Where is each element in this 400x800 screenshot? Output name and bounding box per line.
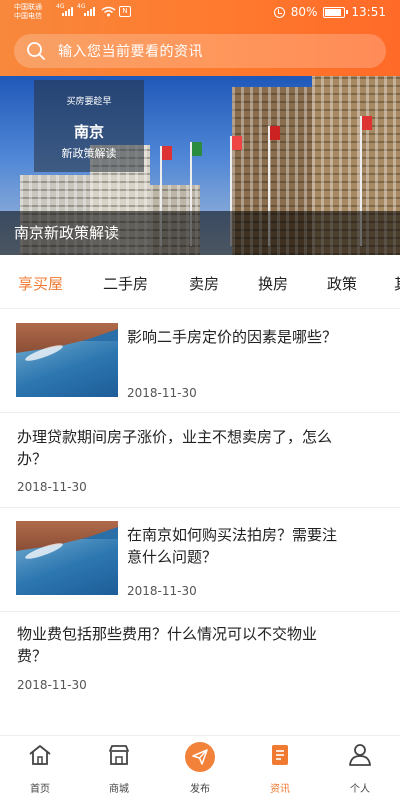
nav-publish-label: 发布 xyxy=(190,784,210,795)
article-title: 影响二手房定价的因素是哪些？ xyxy=(127,328,338,346)
send-icon xyxy=(185,742,215,772)
nav-home-label: 首页 xyxy=(30,784,50,795)
nav-news[interactable]: 资讯 xyxy=(250,742,310,795)
banner-kicker: 买房要趁早 xyxy=(66,97,112,107)
article-item[interactable]: 物业费包括那些费用？什么情况可以不交物业 费？ 2018-11-30 xyxy=(0,612,400,704)
article-date: 2018-11-30 xyxy=(127,584,197,598)
nav-store[interactable]: 商城 xyxy=(89,742,149,795)
battery-icon xyxy=(323,6,349,18)
signal-2-icon xyxy=(84,6,95,16)
banner-carousel[interactable]: 买房要趁早 南京 新政策解读 南京新政策解读 xyxy=(0,76,400,255)
carrier-1: 中国联通 xyxy=(14,3,42,11)
category-tabs: 享买屋 二手房 卖房 换房 政策 其 xyxy=(0,255,400,309)
search-placeholder: 输入您当前要看的资讯 xyxy=(58,44,203,60)
tab-huanfang[interactable]: 换房 xyxy=(258,273,288,294)
carrier-2: 中国电信 xyxy=(14,12,42,20)
article-title-line-2: 意什么问题？ xyxy=(127,548,218,566)
article-title-line-1: 在南京如何购买法拍房？需要注 xyxy=(127,526,338,544)
article-thumbnail xyxy=(16,521,118,595)
store-icon xyxy=(109,745,129,765)
article-title-line-1: 物业费包括那些费用？什么情况可以不交物业 xyxy=(17,625,318,643)
article-title-line-2: 办？ xyxy=(17,450,48,468)
search-icon xyxy=(27,42,45,60)
article-thumbnail xyxy=(16,323,118,397)
clock: 13:51 xyxy=(351,5,386,19)
article-date: 2018-11-30 xyxy=(17,480,87,494)
bottom-navigation: 首页 商城 发布 资讯 个人 xyxy=(0,735,400,800)
tab-more[interactable]: 其 xyxy=(394,273,400,294)
tab-ershoufang[interactable]: 二手房 xyxy=(103,273,148,294)
banner-policy: 新政策解读 xyxy=(61,147,117,160)
article-item[interactable]: 在南京如何购买法拍房？需要注 意什么问题？ 2018-11-30 xyxy=(0,508,400,612)
carrier-names: 中国联通 中国电信 xyxy=(14,3,42,21)
battery-percent: 80% xyxy=(290,5,318,19)
app-header: 中国联通 中国电信 4G 4G N 80% 13:51 输入您当前要看的资讯 xyxy=(0,0,400,76)
alarm-icon xyxy=(273,6,285,18)
banner-caption: 南京新政策解读 xyxy=(0,211,400,255)
nav-store-label: 商城 xyxy=(109,784,129,795)
status-bar: 中国联通 中国电信 4G 4G N 80% 13:51 xyxy=(0,0,400,26)
tab-xiangmaiwu[interactable]: 享买屋 xyxy=(18,273,63,294)
nav-publish[interactable]: 发布 xyxy=(170,742,230,795)
article-date: 2018-11-30 xyxy=(127,386,197,400)
tab-zhengce[interactable]: 政策 xyxy=(327,273,357,294)
home-icon xyxy=(29,745,51,765)
tab-maifang[interactable]: 卖房 xyxy=(189,273,219,294)
profile-icon xyxy=(349,744,371,766)
status-right: 80% 13:51 xyxy=(273,5,386,19)
nav-home[interactable]: 首页 xyxy=(10,742,70,795)
wifi-icon xyxy=(101,6,116,17)
banner-city: 南京 xyxy=(73,123,104,141)
nfc-icon: N xyxy=(119,6,131,17)
article-item[interactable]: 办理贷款期间房子涨价，业主不想卖房了，怎么 办？ 2018-11-30 xyxy=(0,413,400,508)
banner-card: 买房要趁早 南京 新政策解读 xyxy=(34,80,144,172)
article-item[interactable]: 影响二手房定价的因素是哪些？ 2018-11-30 xyxy=(0,310,400,413)
nav-news-label: 资讯 xyxy=(270,784,290,795)
article-title-line-2: 费？ xyxy=(17,647,48,665)
signal-1-icon xyxy=(62,6,73,16)
nav-profile-label: 个人 xyxy=(350,784,370,795)
article-date: 2018-11-30 xyxy=(17,678,87,692)
search-bar[interactable]: 输入您当前要看的资讯 xyxy=(14,34,386,68)
nav-profile[interactable]: 个人 xyxy=(330,742,390,795)
article-title-line-1: 办理贷款期间房子涨价，业主不想卖房了，怎么 xyxy=(17,428,333,446)
news-icon xyxy=(272,745,288,765)
